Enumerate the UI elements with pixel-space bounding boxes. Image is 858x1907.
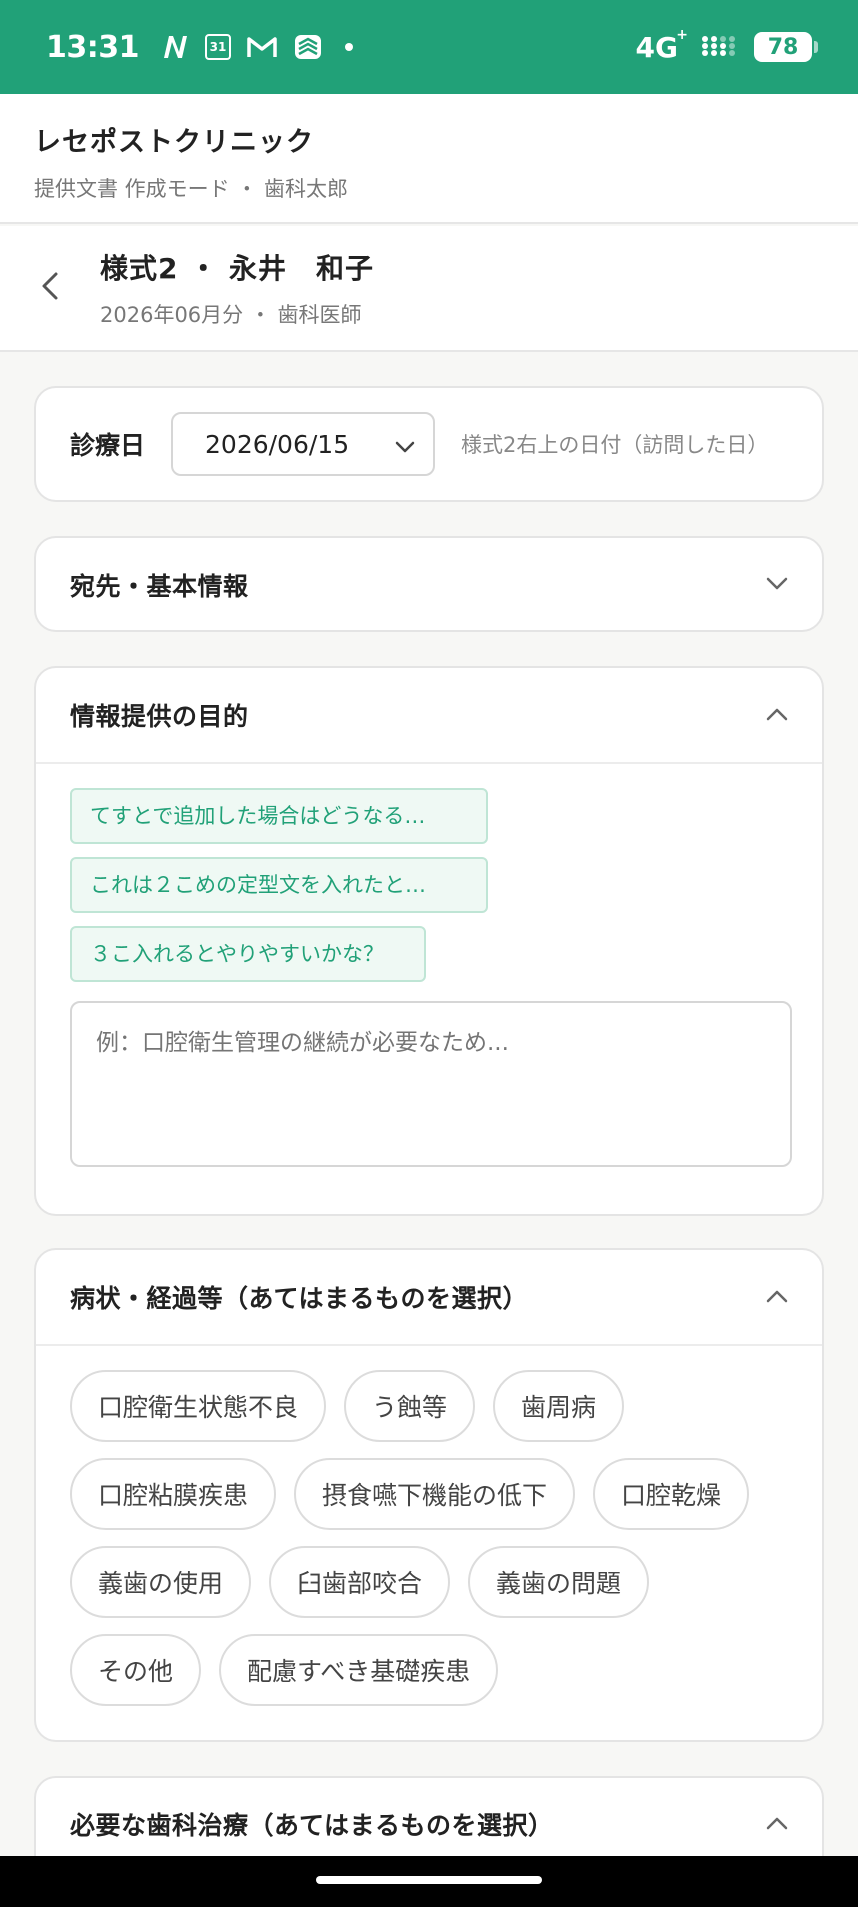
condition-option[interactable]: 口腔衛生状態不良 [70,1370,327,1442]
template-chip[interactable]: ３こ入れるとやりやすいかな？ [70,926,426,982]
basic-info-title: 宛先・基本情報 [70,572,249,601]
template-list: てすとで追加した場合はどうなる… これは２こめの定型文を入れたと… ３こ入れると… [36,764,822,982]
status-bar: 13:31 31 4G + 78 [0,0,858,94]
condition-title: 病状・経過等（あてはまるものを選択） [70,1284,529,1313]
basic-info-header[interactable]: 宛先・基本情報 [36,538,822,632]
date-label: 診療日 [70,431,146,460]
battery-icon: 78 [754,32,818,62]
purpose-title: 情報提供の目的 [70,702,249,731]
calendar-icon: 31 [205,34,231,60]
network-type: 4G + [635,26,688,64]
condition-option[interactable]: その他 [70,1634,202,1706]
condition-option[interactable]: 義歯の使用 [70,1546,252,1618]
document-subtitle: 2026年06月分 ・ 歯科医師 [100,303,362,327]
chevron-left-icon [40,271,60,305]
date-select[interactable]: 2026/06/15 [171,412,436,476]
chevron-up-icon [766,706,788,725]
condition-card: 病状・経過等（あてはまるものを選択） 口腔衛生状態不良 う蝕等 歯周病 口腔粘膜… [34,1248,824,1742]
document-header: 様式2 ・ 永井 和子 2026年06月分 ・ 歯科医師 [0,226,858,352]
back-button[interactable] [0,226,100,350]
home-handle[interactable] [316,1876,542,1884]
date-card: 診療日 2026/06/15 様式2右上の日付（訪問した日） [34,386,824,502]
app-subtitle: 提供文書 作成モード ・ 歯科太郎 [34,177,349,201]
chevron-up-icon [766,1815,788,1834]
date-value: 2026/06/15 [205,429,350,459]
condition-option[interactable]: 口腔粘膜疾患 [70,1458,277,1530]
condition-option[interactable]: 摂食嚥下機能の低下 [294,1458,576,1530]
document-title: 様式2 ・ 永井 和子 [100,252,374,285]
condition-option[interactable]: 配慮すべき基礎疾患 [219,1634,499,1706]
treatment-title: 必要な歯科治療（あてはまるものを選択） [70,1811,554,1840]
stack-app-icon [293,33,323,61]
basic-info-card: 宛先・基本情報 [34,536,824,632]
condition-header[interactable]: 病状・経過等（あてはまるものを選択） [36,1250,822,1344]
purpose-card: 情報提供の目的 てすとで追加した場合はどうなる… これは２こめの定型文を入れたと… [34,666,824,1216]
notification-dot-icon [345,43,353,51]
condition-option[interactable]: 臼歯部咬合 [269,1546,451,1618]
status-time: 13:31 [46,29,140,65]
condition-option[interactable]: 義歯の問題 [468,1546,650,1618]
purpose-input[interactable] [70,1001,792,1167]
purpose-header[interactable]: 情報提供の目的 [36,668,822,762]
condition-options: 口腔衛生状態不良 う蝕等 歯周病 口腔粘膜疾患 摂食嚥下機能の低下 口腔乾燥 義… [36,1346,822,1706]
date-hint: 様式2右上の日付（訪問した日） [461,433,769,457]
app-title: レセポストクリニック [34,127,314,158]
condition-option[interactable]: 歯周病 [493,1370,625,1442]
template-chip[interactable]: これは２こめの定型文を入れたと… [70,857,488,913]
template-chip[interactable]: てすとで追加した場合はどうなる… [70,788,488,844]
signal-icon [700,32,740,62]
chevron-down-icon [395,430,415,459]
chevron-up-icon [766,1288,788,1307]
condition-option[interactable]: う蝕等 [344,1370,476,1442]
navigation-bar [0,1856,858,1907]
app-header: レセポストクリニック 提供文書 作成モード ・ 歯科太郎 [0,94,858,224]
condition-option[interactable]: 口腔乾燥 [593,1458,750,1530]
gmail-icon [247,35,277,59]
notion-icon [161,34,189,60]
chevron-down-icon [766,576,788,595]
